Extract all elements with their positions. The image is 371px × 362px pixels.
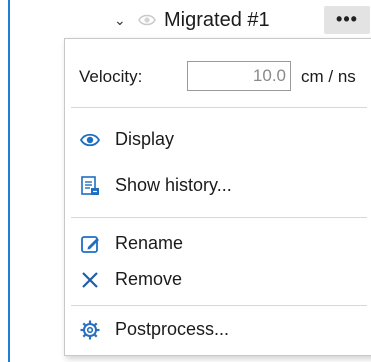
history-icon (81, 176, 99, 195)
menu-item-label: Display (115, 129, 175, 149)
more-options-button[interactable]: ••• (324, 6, 370, 34)
tree-row-migrated[interactable]: ⌄ Migrated #1 ••• (10, 0, 371, 40)
velocity-row: Velocity: cm / ns (79, 61, 369, 93)
chevron-down-icon[interactable]: ⌄ (114, 12, 126, 29)
rename-icon (81, 236, 99, 253)
menu-item-rename[interactable]: Rename (65, 225, 371, 261)
tree-panel-border (8, 0, 10, 362)
menu-item-postprocess[interactable]: Postprocess... (65, 311, 371, 347)
velocity-label: Velocity: (79, 67, 143, 86)
menu-item-label: Remove (115, 269, 183, 289)
menu-item-display[interactable]: Display (65, 121, 371, 157)
eye-icon[interactable] (138, 11, 156, 29)
menu-separator (71, 305, 367, 306)
velocity-unit: cm / ns (301, 67, 356, 86)
eye-icon (79, 133, 101, 147)
menu-item-label: Show history... (115, 175, 232, 195)
menu-separator (71, 217, 367, 218)
menu-item-label: Rename (115, 233, 184, 253)
remove-icon (82, 272, 98, 288)
menu-separator (71, 107, 367, 108)
velocity-input[interactable] (187, 61, 291, 91)
menu-item-label: Postprocess... (115, 319, 230, 339)
menu-item-remove[interactable]: Remove (65, 261, 371, 297)
gear-icon (80, 320, 100, 340)
menu-item-show-history[interactable]: Show history... (65, 167, 371, 203)
node-title: Migrated #1 (164, 9, 270, 31)
context-menu: Velocity: cm / ns Display Show history..… (64, 38, 371, 356)
